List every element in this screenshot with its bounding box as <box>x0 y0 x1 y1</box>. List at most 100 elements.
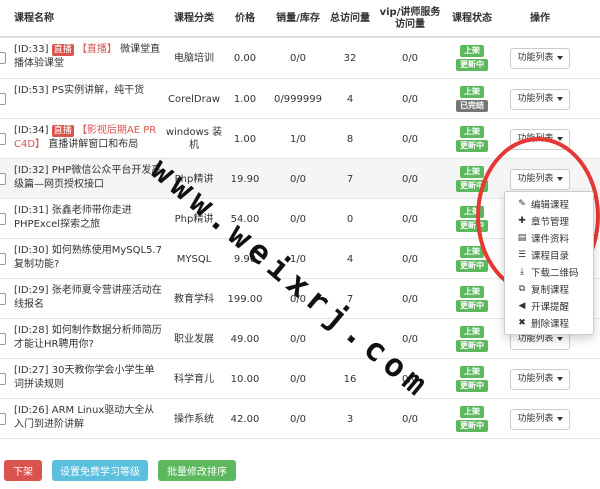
course-title[interactable]: [ID:53] PS实例讲解，纯干货 <box>14 84 164 98</box>
dropdown-item[interactable]: ⧉ 复制课程 <box>505 280 593 297</box>
dropdown-item[interactable]: ▤ 课件资料 <box>505 229 593 246</box>
row-checkbox[interactable] <box>0 173 6 185</box>
status-update-badge[interactable]: 更新中 <box>456 140 488 152</box>
function-list-label: 功能列表 <box>517 93 554 104</box>
course-price: 19.90 <box>230 173 260 185</box>
function-list-button[interactable]: 功能列表 <box>510 168 570 190</box>
status-published-badge[interactable]: 上架 <box>460 366 484 378</box>
function-list-button[interactable]: 功能列表 <box>510 128 570 150</box>
caret-down-icon <box>556 97 563 101</box>
dropdown-item-label: 章节管理 <box>531 216 570 228</box>
dropdown-item[interactable]: ✎ 编辑课程 <box>505 195 593 212</box>
course-title[interactable]: [ID:31] 张鑫老师带你走进PHPExcel探索之旅 <box>14 204 164 232</box>
course-stock: 0/0 <box>289 173 307 185</box>
course-op: 功能列表 <box>500 399 580 439</box>
row-checkbox[interactable] <box>0 213 6 225</box>
status-published-badge[interactable]: 上架 <box>460 45 484 57</box>
course-price: 54.00 <box>230 213 260 225</box>
course-stock: 0/0 <box>289 413 307 425</box>
plus-icon: ✚ <box>518 215 526 226</box>
course-vip-visits: 0/0 <box>401 373 419 385</box>
unpublish-button[interactable]: 下架 <box>4 460 42 481</box>
course-title[interactable]: [ID:33] 直播 【直播】 微课堂直播体验课堂 <box>14 43 164 71</box>
course-stock: 0/0 <box>289 373 307 385</box>
table-row: [ID:53] PS实例讲解，纯干货 CorelDraw 1.00 0/9999… <box>0 79 600 119</box>
row-checkbox[interactable] <box>0 373 6 385</box>
course-vip-visits: 0/0 <box>401 293 419 305</box>
course-id: [ID:26] <box>14 405 49 416</box>
caret-down-icon <box>556 137 563 141</box>
status-published-badge[interactable]: 上架 <box>460 206 484 218</box>
status-update-badge[interactable]: 更新中 <box>456 220 488 232</box>
status-published-badge[interactable]: 上架 <box>460 166 484 178</box>
course-title[interactable]: [ID:28] 如何制作数据分析师简历才能让HR聘用你? <box>14 324 164 352</box>
function-list-button[interactable]: 功能列表 <box>510 88 570 110</box>
course-vip-visits: 0/0 <box>401 413 419 425</box>
status-published-badge[interactable]: 上架 <box>460 406 484 418</box>
status-update-badge[interactable]: 更新中 <box>456 260 488 272</box>
header-status: 课程状态 <box>452 13 492 24</box>
row-checkbox[interactable] <box>0 333 6 345</box>
course-title[interactable]: [ID:26] ARM Linux驱动大全从入门到进阶讲解 <box>14 404 164 432</box>
course-title[interactable]: [ID:30] 如何熟练使用MySQL5.7复制功能? <box>14 244 164 272</box>
caret-down-icon <box>556 177 563 181</box>
status-published-badge[interactable]: 上架 <box>460 286 484 298</box>
course-category: 操作系统 <box>174 413 214 425</box>
course-title[interactable]: [ID:32] PHP微信公众平台开发高级篇—网页授权接口 <box>14 164 164 192</box>
course-price: 9.90 <box>233 253 257 265</box>
row-checkbox[interactable] <box>0 93 6 105</box>
function-list-button[interactable]: 功能列表 <box>510 408 570 430</box>
status-published-badge[interactable]: 上架 <box>460 86 484 98</box>
course-status: 上架 更新中 <box>452 239 492 279</box>
function-dropdown-menu: ✎ 编辑课程 ✚ 章节管理 ▤ 课件资料 ☰ 课程目录 ⤓ 下载二维码 ⧉ 复制课程 ◀ 开课提醒 ✖ 删除课… <box>504 191 594 335</box>
row-checkbox[interactable] <box>0 52 6 64</box>
course-status: 上架 更新中 <box>452 319 492 359</box>
status-update-badge[interactable]: 更新中 <box>456 340 488 352</box>
status-update-badge[interactable]: 更新中 <box>456 420 488 432</box>
dropdown-item-label: 编辑课程 <box>531 199 570 211</box>
row-checkbox[interactable] <box>0 133 6 145</box>
course-title[interactable]: [ID:27] 30天教你学会小学生单词拼读规则 <box>14 364 164 392</box>
set-free-level-button[interactable]: 设置免费学习等级 <box>52 460 148 481</box>
status-update-badge[interactable]: 更新中 <box>456 380 488 392</box>
status-update-badge[interactable]: 已完结 <box>456 100 488 112</box>
close-icon: ✖ <box>518 317 526 328</box>
course-prefix: 【直播】 <box>76 44 117 55</box>
dropdown-item[interactable]: ✚ 章节管理 <box>505 212 593 229</box>
function-list-button[interactable]: 功能列表 <box>510 47 570 69</box>
dropdown-item[interactable]: ⤓ 下载二维码 <box>505 263 593 280</box>
function-list-label: 功能列表 <box>517 413 554 424</box>
course-vip-visits: 0/0 <box>401 253 419 265</box>
table-header: 课程名称 课程分类 价格 销量/库存 总访问量 vip/讲师服务访问量 课程状态… <box>0 0 600 38</box>
course-stock: 1/0 <box>289 253 307 265</box>
course-visits: 4 <box>346 333 354 345</box>
status-published-badge[interactable]: 上架 <box>460 126 484 138</box>
status-published-badge[interactable]: 上架 <box>460 246 484 258</box>
course-category: windows 装机 <box>165 127 223 151</box>
batch-sort-button[interactable]: 批量修改排序 <box>158 460 236 481</box>
dropdown-item[interactable]: ✖ 删除课程 <box>505 314 593 331</box>
dropdown-item[interactable]: ◀ 开课提醒 <box>505 297 593 314</box>
dropdown-item[interactable]: ☰ 课程目录 <box>505 246 593 263</box>
course-category: 教育学科 <box>174 293 214 305</box>
course-title[interactable]: [ID:29] 张老师夏令营讲座活动在线报名 <box>14 284 164 312</box>
live-tag: 直播 <box>51 125 74 137</box>
status-published-badge[interactable]: 上架 <box>460 326 484 338</box>
status-update-badge[interactable]: 更新中 <box>456 59 488 71</box>
row-checkbox[interactable] <box>0 253 6 265</box>
row-checkbox[interactable] <box>0 293 6 305</box>
course-id: [ID:30] <box>14 245 49 256</box>
course-id: [ID:53] <box>14 85 49 96</box>
course-category: MYSQL <box>176 253 212 265</box>
course-stock: 1/0 <box>289 133 307 145</box>
status-update-badge[interactable]: 更新中 <box>456 180 488 192</box>
course-visits: 7 <box>346 173 354 185</box>
row-checkbox[interactable] <box>0 413 6 425</box>
dropdown-item-label: 复制课程 <box>531 284 570 296</box>
course-visits: 7 <box>346 293 354 305</box>
status-update-badge[interactable]: 更新中 <box>456 300 488 312</box>
course-vip-visits: 0/0 <box>401 213 419 225</box>
course-op: 功能列表 <box>500 119 580 159</box>
function-list-button[interactable]: 功能列表 <box>510 368 570 390</box>
course-title[interactable]: [ID:34] 直播 【影视后期AE PR C4D】 直播讲解窗口和布局 <box>14 124 164 152</box>
